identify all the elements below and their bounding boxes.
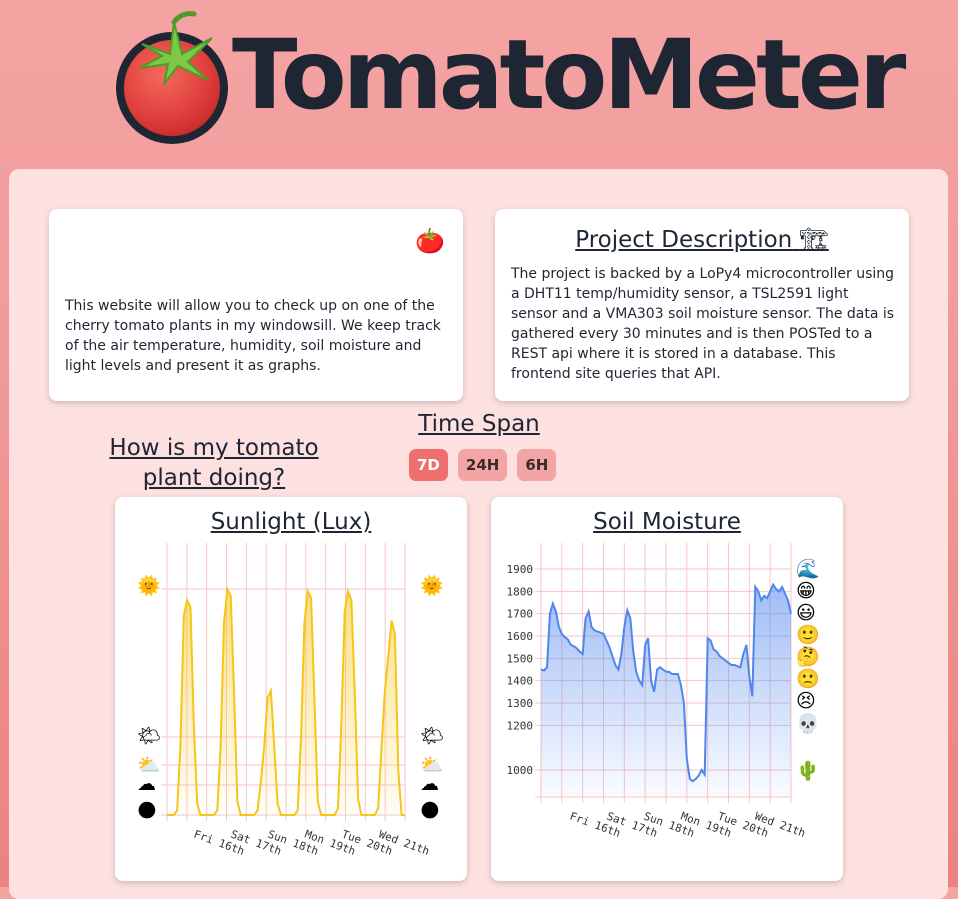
logo-text: TomatoMeter (232, 19, 906, 131)
moisture-level-icon: 💀 (796, 712, 820, 735)
timespan-6h-button[interactable]: 6H (517, 449, 557, 481)
construction-icon: 🏗 (799, 227, 829, 253)
moisture-level-icon: 🤔 (796, 646, 820, 668)
sun-level-icon: 🌤 (137, 725, 161, 747)
moisture-level-icon: 🙂 (796, 624, 820, 646)
tomato-logo-icon (116, 11, 228, 144)
y-tick-label: 1900 (507, 563, 534, 576)
timespan-button-group: 7D 24H 6H (409, 449, 557, 481)
sunlight-chart-card: Sunlight (Lux) Fri 16th Sat 17th Sun 18th M… (115, 497, 467, 881)
y-tick-label: 1300 (507, 697, 534, 710)
moisture-level-icon: 😁 (796, 580, 816, 602)
grid (161, 543, 406, 821)
about-card: How is my tomato plant doing? 🍅 This web… (49, 209, 463, 491)
sun-level-icon: ☁ (137, 773, 156, 795)
y-tick-label: 1200 (507, 719, 534, 732)
project-card-text: The project is backed by a LoPy4 microco… (511, 266, 895, 382)
moisture-level-icon: 😣 (796, 690, 816, 712)
y-tick-label: 1400 (507, 675, 534, 688)
about-card-text: This website will allow you to check up … (65, 298, 441, 374)
moisture-level-icon: 🌊 (796, 557, 820, 580)
project-card-title: Project Description 🏗 (495, 225, 909, 255)
moisture-level-icon: 🙁 (796, 668, 820, 690)
timespan-24h-button[interactable]: 24H (457, 449, 508, 481)
moisture-level-icon: 😃 (796, 602, 816, 624)
sun-level-icon: 🌤 (420, 725, 444, 747)
y-tick-label: 1000 (507, 764, 534, 777)
sun-level-icon: ☁ (420, 773, 439, 795)
y-tick-label: 1600 (507, 630, 534, 643)
header: TomatoMeter (0, 0, 958, 160)
soil-chart-card: Soil Moisture Fri 16th Sat 17th Sun 18th Mo… (491, 497, 843, 881)
y-tick-label: 1800 (507, 585, 534, 598)
sun-level-icon: 🌞 (420, 574, 444, 597)
sunlight-chart: Fri 16thSat 17thSun 18thMon 19thTue 20th… (137, 543, 444, 858)
moisture-level-icon: 🌵 (796, 759, 820, 782)
timespan-title: Time Span (418, 411, 540, 437)
sun-level-icon: 🌞 (137, 574, 161, 597)
about-card-title: How is my tomato plant doing? (109, 435, 319, 491)
sun-level-icon: 🌑 (137, 800, 157, 822)
y-tick-label: 1500 (507, 652, 534, 665)
tomato-icon: 🍅 (415, 227, 445, 255)
project-card: Project Description 🏗 The project is bac… (495, 209, 909, 401)
soil-moisture-chart: Fri 16thSat 17thSun 18thMon 19thTue 20th… (507, 543, 820, 840)
sun-level-icon: 🌑 (420, 800, 440, 822)
project-card-title-text: Project Description (575, 227, 793, 253)
timespan-7d-button[interactable]: 7D (409, 449, 448, 481)
y-tick-label: 1700 (507, 608, 534, 621)
